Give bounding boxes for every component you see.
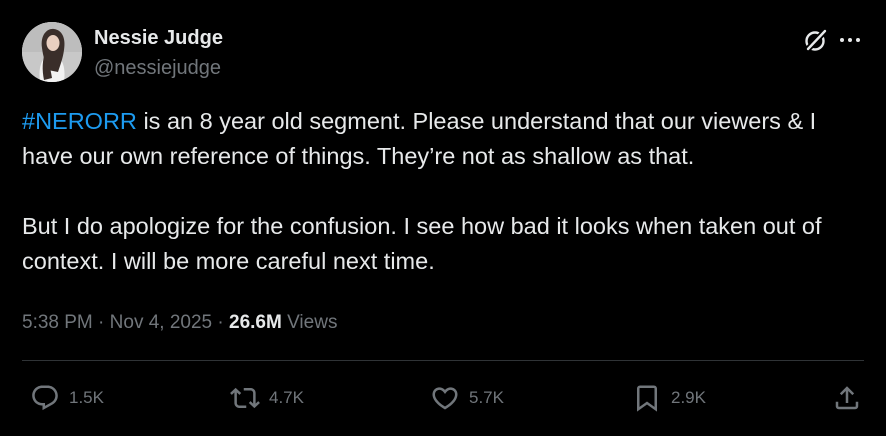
meta-separator: ·: [212, 312, 230, 333]
author-name[interactable]: Nessie Judge: [94, 26, 223, 50]
retweet-icon: [230, 387, 260, 409]
views-count[interactable]: 26.6M: [229, 312, 282, 333]
bookmark-count: 2.9K: [671, 388, 706, 407]
repost-count: 4.7K: [269, 388, 304, 407]
action-bar: 1.5K 4.7K 5.7K 2.9K: [22, 376, 864, 420]
hashtag-link[interactable]: #NERORR: [22, 108, 137, 134]
reply-icon: [32, 385, 58, 411]
share-icon: [835, 386, 859, 410]
reply-count: 1.5K: [69, 388, 104, 407]
meta-separator: ·: [92, 312, 110, 333]
divider: [22, 360, 864, 361]
heart-icon: [432, 387, 458, 410]
author-handle[interactable]: @nessiejudge: [94, 56, 221, 80]
tweet-paragraph: #NERORR is an 8 year old segment. Please…: [22, 104, 872, 174]
tweet-date[interactable]: Nov 4, 2025: [110, 312, 212, 333]
share-button[interactable]: [832, 382, 862, 414]
reply-button[interactable]: 1.5K: [30, 382, 104, 414]
tweet-header: Nessie Judge @nessiejudge: [22, 22, 864, 82]
tweet-time[interactable]: 5:38 PM: [22, 312, 93, 333]
like-count: 5.7K: [469, 388, 504, 407]
tweet-meta: 5:38 PM · Nov 4, 2025 · 26.6M Views: [22, 309, 337, 337]
grok-icon[interactable]: [802, 26, 830, 54]
repost-button[interactable]: 4.7K: [230, 382, 304, 414]
avatar[interactable]: [22, 22, 82, 82]
tweet-paragraph: But I do apologize for the confusion. I …: [22, 213, 822, 274]
more-icon[interactable]: [836, 26, 864, 54]
bookmark-button[interactable]: 2.9K: [632, 382, 706, 414]
views-label[interactable]: Views: [282, 312, 337, 333]
like-button[interactable]: 5.7K: [430, 382, 504, 414]
bookmark-icon: [637, 385, 657, 412]
tweet-paragraph-text: is an 8 year old segment. Please underst…: [22, 108, 817, 169]
tweet-text: #NERORR is an 8 year old segment. Please…: [22, 104, 872, 279]
